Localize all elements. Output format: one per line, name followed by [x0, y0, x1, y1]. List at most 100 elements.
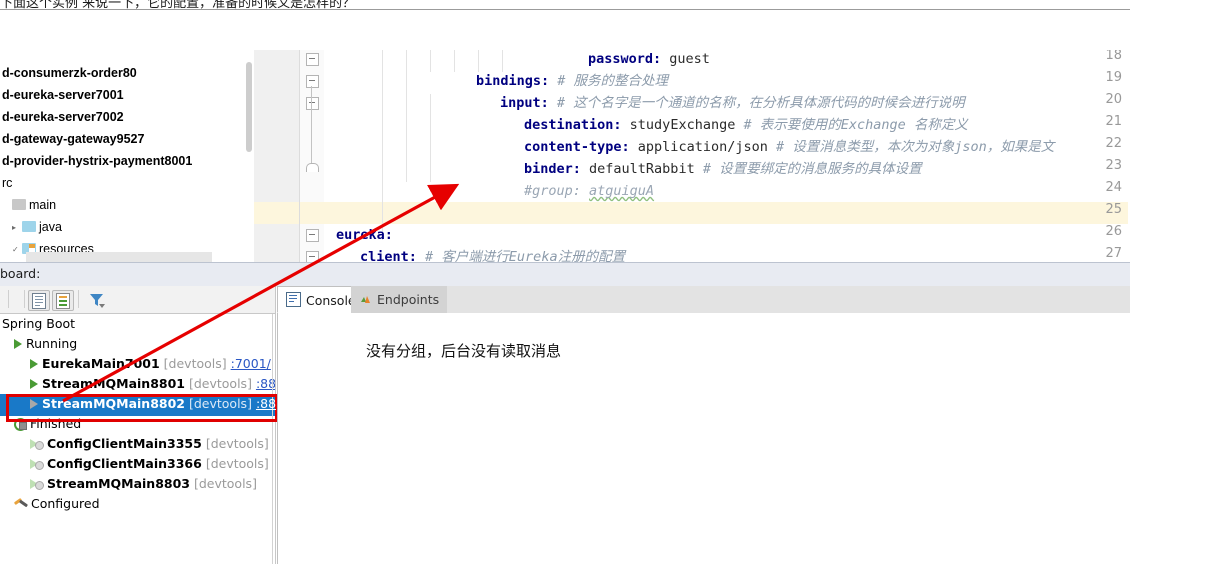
service-tree-row[interactable]: Configured: [0, 494, 276, 514]
file-tree-item-label: main: [29, 198, 57, 212]
file-tree-item[interactable]: d-provider-hystrix-payment8001: [0, 150, 252, 172]
file-tree-item[interactable]: d-consumerzk-order80: [0, 62, 252, 84]
indent-guide: [502, 50, 503, 72]
service-tree-row[interactable]: Spring Boot: [0, 314, 276, 334]
filter-button[interactable]: [88, 291, 106, 312]
service-devtools-badge: [devtools]: [163, 356, 227, 371]
code-token: input:: [500, 95, 549, 111]
editor-line-number: 18: [1105, 50, 1122, 63]
console-tab-bar[interactable]: Console Endpoints: [277, 286, 1130, 314]
toolbar-separator: [78, 290, 79, 308]
editor-gutter[interactable]: [254, 50, 300, 262]
filter-funnel-icon: [90, 294, 105, 308]
top-truncated-text: 下面这个实例 来说一下，它的配置，准备的时候又是怎样的？: [0, 0, 356, 9]
editor-code-line[interactable]: bindings: # 服务的整合处理: [476, 70, 668, 92]
tree-collapsed-icon[interactable]: ▸: [12, 217, 22, 239]
toolbar-separator: [24, 290, 25, 308]
code-token: client:: [360, 249, 417, 262]
file-tree-item[interactable]: d-gateway-gateway9527: [0, 128, 252, 150]
configured-wrench-icon: [14, 498, 28, 510]
indent-guide: [406, 72, 407, 182]
services-list-icon: [56, 293, 70, 309]
service-tree-row[interactable]: ConfigClientMain3366 [devtools]: [0, 454, 276, 474]
file-tree-item-label: d-gateway-gateway9527: [2, 132, 145, 146]
panel-splitter-bar[interactable]: board:: [0, 262, 1130, 287]
editor-code-line[interactable]: content-type: application/json # 设置消息类型，…: [524, 136, 1054, 158]
editor-code-line[interactable]: password: guest: [588, 50, 710, 70]
service-tree-row[interactable]: StreamMQMain8803 [devtools]: [0, 474, 276, 494]
code-token: defaultRabbit: [580, 161, 703, 177]
tab-endpoints[interactable]: Endpoints: [351, 286, 448, 313]
tab-label: Endpoints: [377, 292, 440, 307]
service-name: Configured: [31, 496, 100, 511]
services-tree[interactable]: Spring Boot Running EurekaMain7001 [devtoo…: [0, 314, 276, 564]
editor-line-number: 20: [1105, 92, 1122, 107]
services-panel-border: [275, 286, 276, 564]
file-tree-item-label: d-eureka-server7002: [2, 110, 124, 124]
service-name: Running: [26, 336, 78, 351]
file-tree-item-label: d-consumerzk-order80: [2, 66, 137, 80]
service-name: StreamMQMain8802: [42, 396, 185, 411]
editor-code-line[interactable]: client: # 客户端进行Eureka注册的配置: [360, 246, 625, 262]
stopped-icon: [30, 438, 44, 450]
editor-code-line[interactable]: eureka:: [336, 224, 393, 246]
file-tree-item[interactable]: d-eureka-server7001: [0, 84, 252, 106]
folder-grey-icon: [12, 199, 26, 210]
editor-line-number: 24: [1105, 180, 1122, 195]
toolbar-separator: [8, 290, 9, 308]
file-tree-item[interactable]: d-eureka-server7002: [0, 106, 252, 128]
editor-line-number: 22: [1105, 136, 1122, 151]
file-tree-item-label: d-provider-hystrix-payment8001: [2, 154, 193, 168]
service-name: EurekaMain7001: [42, 356, 160, 371]
gutter-divider: [299, 50, 300, 262]
code-token: # 设置消息类型，本次为对象json，如果是文: [775, 139, 1055, 155]
service-tree-row[interactable]: EurekaMain7001 [devtools] :7001/: [0, 354, 276, 374]
file-tree-scrollbar[interactable]: [246, 62, 252, 152]
console-output-icon: [32, 293, 46, 309]
run-triangle-green-icon: [30, 359, 38, 369]
code-token: # 表示要使用的Exchange 名称定义: [743, 117, 968, 133]
code-token: eureka:: [336, 227, 393, 243]
code-token: # 服务的整合处理: [557, 73, 669, 89]
endpoints-icon: [359, 288, 372, 303]
code-token: bindings:: [476, 73, 550, 89]
fold-line: [311, 86, 312, 170]
fold-marker-icon[interactable]: [306, 251, 319, 262]
indent-guide: [430, 50, 431, 72]
fold-marker-icon[interactable]: [306, 53, 319, 66]
code-token: # 这个名字是一个通道的名称，在分析具体源代码的时候会进行说明: [556, 95, 965, 111]
editor-code-line[interactable]: input: # 这个名字是一个通道的名称，在分析具体源代码的时候会进行说明: [500, 92, 965, 114]
project-file-tree[interactable]: d-consumerzk-order80 d-eureka-server7001 d…: [0, 62, 252, 258]
indent-guide: [454, 50, 455, 72]
editor-code-line[interactable]: #group: atguiguA: [524, 180, 654, 202]
service-tree-row[interactable]: ConfigClientMain3355 [devtools]: [0, 434, 276, 454]
run-triangle-grey-icon: [30, 399, 38, 409]
service-tree-row[interactable]: StreamMQMain8802 [devtools] :8802/: [0, 394, 276, 414]
editor-line-number: 26: [1105, 224, 1122, 239]
file-tree-item[interactable]: ▸ java: [0, 216, 252, 238]
service-port-link[interactable]: :7001/: [231, 356, 271, 371]
service-tree-row[interactable]: Running: [0, 334, 276, 354]
editor-code-line[interactable]: binder: defaultRabbit # 设置要绑定的消息服务的具体设置: [524, 158, 922, 180]
editor-code-line[interactable]: destination: studyExchange # 表示要使用的Excha…: [524, 114, 968, 136]
console-output-panel[interactable]: 没有分组，后台没有读取消息: [277, 313, 1131, 564]
code-token: #group:: [524, 183, 590, 199]
fold-marker-icon[interactable]: [306, 229, 319, 242]
service-tree-row[interactable]: StreamMQMain8801 [devtools] :8801/: [0, 374, 276, 394]
service-devtools-badge: [devtools]: [193, 476, 257, 491]
code-token: studyExchange: [621, 117, 744, 133]
fold-marker-icon[interactable]: [306, 75, 319, 88]
show-console-output-button[interactable]: [28, 290, 50, 311]
annotation-console-message: 没有分组，后台没有读取消息: [366, 342, 562, 360]
file-tree-item[interactable]: rc: [0, 172, 252, 194]
service-devtools-badge: [devtools]: [188, 376, 252, 391]
services-toolbar[interactable]: [0, 286, 276, 314]
code-editor[interactable]: 18 password: guest 19 bindings: # 服务的整合处理 20…: [254, 50, 1128, 262]
fold-marker-icon[interactable]: [306, 97, 319, 110]
file-tree-item[interactable]: main: [0, 194, 252, 216]
service-port-link[interactable]: :8802/: [256, 396, 276, 411]
show-services-list-button[interactable]: [52, 290, 74, 311]
tree-expanded-icon[interactable]: ✓: [12, 239, 22, 258]
editor-line-number: 21: [1105, 114, 1122, 129]
